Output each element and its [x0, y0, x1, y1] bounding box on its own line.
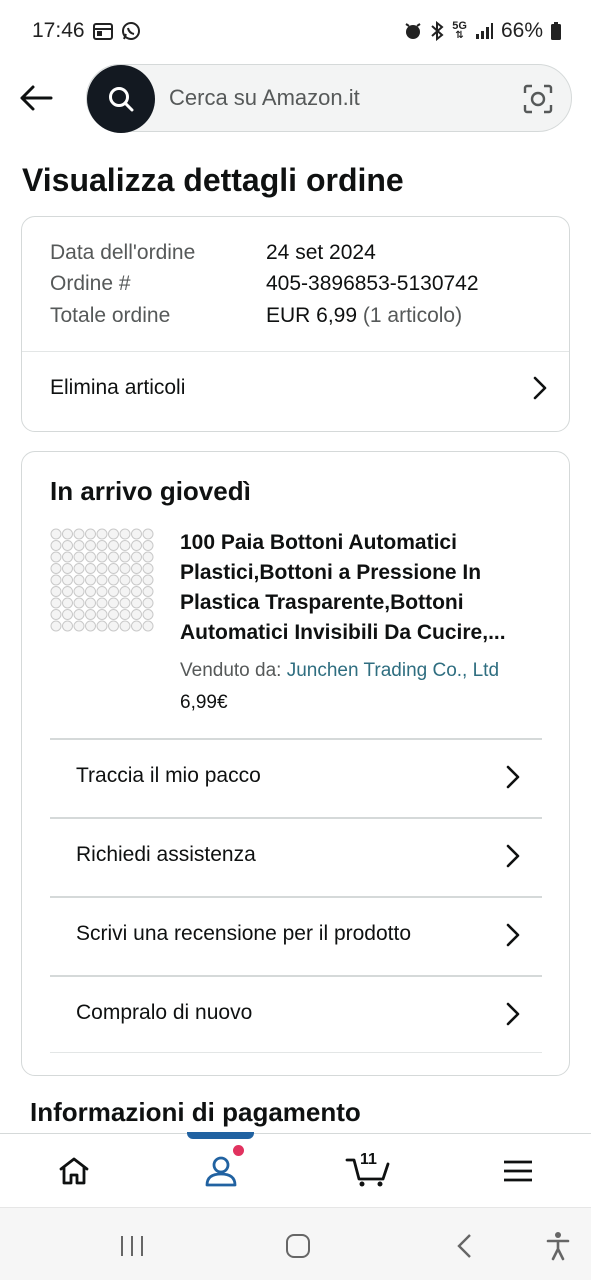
account-icon — [205, 1156, 236, 1187]
order-date-value: 24 set 2024 — [266, 241, 376, 264]
request-assistance-label: Richiedi assistenza — [76, 843, 256, 866]
accessibility-button[interactable] — [538, 1226, 578, 1266]
cart-count: 11 — [360, 1151, 377, 1168]
system-nav-bar — [0, 1207, 591, 1280]
calendar-icon — [92, 22, 113, 40]
accessibility-icon — [546, 1232, 570, 1261]
product-price: 6,99€ — [180, 692, 228, 713]
nav-menu[interactable] — [444, 1134, 591, 1208]
camera-search-button[interactable] — [521, 82, 555, 116]
search-icon — [109, 87, 134, 112]
notification-dot — [233, 1145, 244, 1156]
buy-again-button[interactable]: Compralo di nuovo — [50, 975, 542, 1054]
order-summary-card: Data dell'ordine 24 set 2024 Ordine # 40… — [21, 216, 570, 432]
seller-label: Venduto da: — [180, 660, 282, 681]
order-number-value: 405-3896853-5130742 — [266, 272, 479, 295]
write-review-button[interactable]: Scrivi una recensione per il prodotto — [50, 896, 542, 975]
write-review-label: Scrivi una recensione per il prodotto — [76, 922, 412, 945]
delivery-card: In arrivo giovedì 100 Paia Bottoni Autom… — [21, 451, 570, 1076]
camera-icon — [523, 84, 553, 114]
alarm-icon — [404, 22, 422, 40]
recent-apps-icon — [121, 1236, 143, 1256]
product-title[interactable]: 100 Paia Bottoni Automatici Plastici,Bot… — [180, 528, 550, 648]
system-back-button[interactable] — [444, 1226, 484, 1266]
page-title: Visualizza dettagli ordine — [22, 162, 404, 198]
payment-info-heading: Informazioni di pagamento — [30, 1097, 361, 1127]
chevron-right-icon — [502, 923, 524, 947]
order-total-amount: EUR 6,99 — [266, 304, 358, 327]
delete-items-label: Elimina articoli — [50, 376, 186, 399]
delete-items-link[interactable]: Elimina articoli — [22, 352, 569, 424]
nav-home[interactable] — [0, 1134, 147, 1208]
status-bar: 17:46 5G ⇅ 66% — [0, 0, 591, 62]
order-date-row: Data dell'ordine 24 set 2024 — [50, 241, 376, 265]
track-package-label: Traccia il mio pacco — [76, 764, 261, 787]
search-input[interactable]: Cerca su Amazon.it — [169, 85, 360, 111]
request-assistance-button[interactable]: Richiedi assistenza — [50, 817, 542, 896]
network-5g-icon: 5G ⇅ — [452, 20, 467, 41]
chevron-right-icon — [502, 765, 524, 789]
order-total-value: EUR 6,99 (1 articolo) — [266, 304, 462, 328]
order-total-items: (1 articolo) — [362, 304, 463, 327]
recent-apps-button[interactable] — [112, 1226, 152, 1266]
delivery-title: In arrivo giovedì — [50, 476, 251, 506]
chevron-right-icon — [502, 1002, 524, 1026]
home-system-button[interactable] — [278, 1226, 318, 1266]
divider — [50, 1052, 542, 1053]
whatsapp-icon — [121, 21, 141, 41]
order-number-row: Ordine # 405-3896853-5130742 — [50, 272, 479, 296]
status-time: 17:46 — [32, 19, 85, 42]
order-total-row: Totale ordine EUR 6,99 (1 articolo) — [50, 304, 462, 328]
buy-again-label: Compralo di nuovo — [76, 1001, 253, 1024]
bluetooth-icon — [430, 21, 444, 41]
chevron-left-icon — [457, 1234, 471, 1258]
nav-cart[interactable]: 11 — [294, 1134, 441, 1208]
back-arrow-icon — [20, 85, 53, 111]
home-icon — [59, 1157, 88, 1185]
search-button[interactable] — [87, 65, 155, 133]
order-number-label: Ordine # — [50, 272, 131, 295]
chevron-right-icon — [529, 376, 551, 400]
bottom-nav: 11 — [0, 1132, 591, 1208]
order-total-label: Totale ordine — [50, 304, 171, 327]
nav-account[interactable] — [147, 1134, 294, 1208]
order-date-label: Data dell'ordine — [50, 241, 196, 264]
battery-icon — [551, 22, 561, 40]
battery-percent: 66% — [500, 19, 543, 42]
seller-link[interactable]: Junchen Trading Co., Ltd — [287, 660, 499, 681]
search-bar[interactable]: Cerca su Amazon.it — [86, 64, 572, 133]
chevron-right-icon — [502, 844, 524, 868]
header: Cerca su Amazon.it — [0, 64, 591, 133]
back-button[interactable] — [16, 78, 56, 118]
track-package-button[interactable]: Traccia il mio pacco — [50, 738, 542, 817]
menu-icon — [503, 1160, 532, 1182]
product-image[interactable] — [50, 528, 154, 632]
seller-info: Venduto da: Junchen Trading Co., Ltd — [180, 660, 499, 682]
home-square-icon — [286, 1234, 310, 1258]
signal-icon — [475, 23, 493, 39]
